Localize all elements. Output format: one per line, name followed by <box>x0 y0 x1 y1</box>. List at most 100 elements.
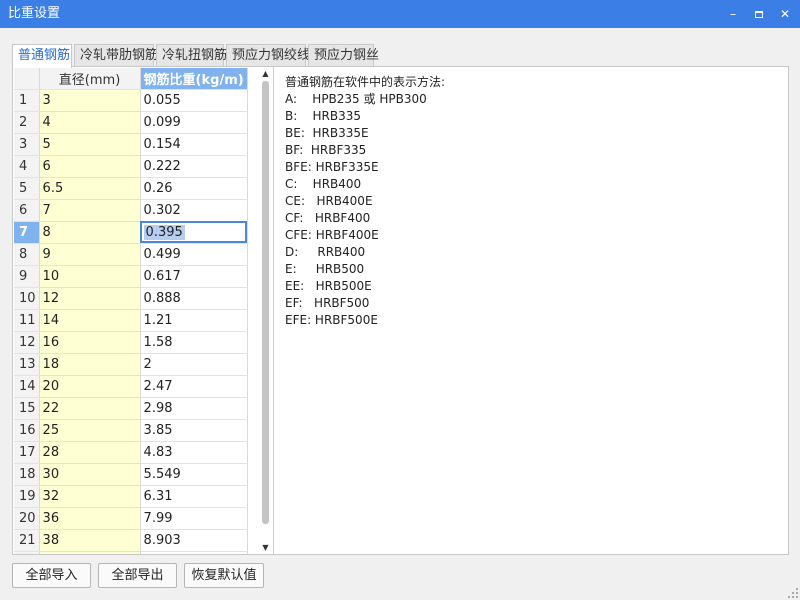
row-number-cell[interactable]: 7 <box>14 221 40 244</box>
row-number-cell[interactable]: 16 <box>14 419 40 442</box>
diameter-cell[interactable]: 9 <box>39 243 141 266</box>
weight-cell[interactable]: 1.58 <box>140 331 248 354</box>
weight-cell[interactable]: 9.87 <box>140 551 248 554</box>
table-row[interactable]: 1 3 0.055 <box>14 89 248 112</box>
scroll-down-arrow-icon[interactable]: ▼ <box>259 542 272 554</box>
table-row[interactable]: 19 32 6.31 <box>14 485 248 508</box>
table-row[interactable]: 3 5 0.154 <box>14 133 248 156</box>
weight-header[interactable]: 钢筋比重(kg/m) <box>140 68 248 90</box>
import-all-button[interactable]: 全部导入 <box>12 563 91 588</box>
weight-cell[interactable]: 0.222 <box>140 155 248 178</box>
row-number-cell[interactable]: 5 <box>14 177 40 200</box>
row-number-cell[interactable]: 18 <box>14 463 40 486</box>
diameter-cell[interactable]: 7 <box>39 199 141 222</box>
weight-cell[interactable]: 0.099 <box>140 111 248 134</box>
row-number-cell[interactable]: 15 <box>14 397 40 420</box>
diameter-cell[interactable]: 5 <box>39 133 141 156</box>
diameter-cell[interactable]: 4 <box>39 111 141 134</box>
weight-cell[interactable]: 0.617 <box>140 265 248 288</box>
diameter-cell[interactable]: 20 <box>39 375 141 398</box>
diameter-cell[interactable]: 30 <box>39 463 141 486</box>
table-row[interactable]: 15 22 2.98 <box>14 397 248 420</box>
row-number-cell[interactable]: 1 <box>14 89 40 112</box>
table-row[interactable]: 10 12 0.888 <box>14 287 248 310</box>
scroll-thumb[interactable] <box>262 81 269 524</box>
weight-cell[interactable]: 0.302 <box>140 199 248 222</box>
resize-grip-icon[interactable] <box>788 588 798 598</box>
table-row[interactable]: 18 30 5.549 <box>14 463 248 486</box>
diameter-cell[interactable]: 25 <box>39 419 141 442</box>
export-all-button[interactable]: 全部导出 <box>98 563 177 588</box>
weight-cell-editor[interactable]: 0.395 <box>143 224 185 240</box>
diameter-cell[interactable]: 12 <box>39 287 141 310</box>
row-number-cell[interactable]: 22 <box>14 551 40 554</box>
table-row[interactable]: 12 16 1.58 <box>14 331 248 354</box>
diameter-cell[interactable]: 28 <box>39 441 141 464</box>
row-number-cell[interactable]: 14 <box>14 375 40 398</box>
scroll-up-arrow-icon[interactable]: ▲ <box>259 68 272 80</box>
diameter-cell[interactable]: 18 <box>39 353 141 376</box>
weight-cell[interactable]: 2.47 <box>140 375 248 398</box>
weight-cell[interactable]: 5.549 <box>140 463 248 486</box>
table-row[interactable]: 5 6.5 0.26 <box>14 177 248 200</box>
diameter-cell[interactable]: 38 <box>39 529 141 552</box>
maximize-button[interactable] <box>746 2 772 26</box>
weight-cell[interactable]: 0.055 <box>140 89 248 112</box>
table-row[interactable]: 21 38 8.903 <box>14 529 248 552</box>
diameter-header[interactable]: 直径(mm) <box>39 68 141 90</box>
tab-cold-rolled-twisted-rebar[interactable]: 冷轧扭钢筋 <box>156 44 227 67</box>
row-number-cell[interactable]: 19 <box>14 485 40 508</box>
row-number-cell[interactable]: 12 <box>14 331 40 354</box>
weight-cell[interactable]: 0.888 <box>140 287 248 310</box>
table-row[interactable]: 17 28 4.83 <box>14 441 248 464</box>
diameter-cell[interactable]: 8 <box>39 221 141 244</box>
diameter-cell[interactable]: 3 <box>39 89 141 112</box>
tab-ordinary-rebar[interactable]: 普通钢筋 <box>12 44 72 68</box>
row-number-cell[interactable]: 3 <box>14 133 40 156</box>
weight-cell[interactable]: 0.154 <box>140 133 248 156</box>
row-number-cell[interactable]: 6 <box>14 199 40 222</box>
row-number-cell[interactable]: 20 <box>14 507 40 530</box>
diameter-cell[interactable]: 6 <box>39 155 141 178</box>
row-number-cell[interactable]: 17 <box>14 441 40 464</box>
table-row[interactable]: 2 4 0.099 <box>14 111 248 134</box>
table-row[interactable]: 16 25 3.85 <box>14 419 248 442</box>
row-number-cell[interactable]: 9 <box>14 265 40 288</box>
diameter-cell[interactable]: 10 <box>39 265 141 288</box>
minimize-button[interactable]: – <box>720 2 746 26</box>
row-number-cell[interactable]: 10 <box>14 287 40 310</box>
table-row[interactable]: 9 10 0.617 <box>14 265 248 288</box>
row-number-cell[interactable]: 11 <box>14 309 40 332</box>
diameter-cell[interactable]: 22 <box>39 397 141 420</box>
row-number-cell[interactable]: 21 <box>14 529 40 552</box>
table-row[interactable]: 7 8 0.395 <box>14 221 248 244</box>
tab-prestressed-strand[interactable]: 预应力钢绞线 <box>226 44 310 67</box>
tab-prestressed-wire[interactable]: 预应力钢丝 <box>308 44 379 67</box>
row-number-cell[interactable]: 13 <box>14 353 40 376</box>
diameter-cell[interactable]: 6.5 <box>39 177 141 200</box>
diameter-cell[interactable]: 40 <box>39 551 141 554</box>
weight-cell[interactable]: 7.99 <box>140 507 248 530</box>
table-row[interactable]: 22409.87 <box>14 551 248 554</box>
table-row[interactable]: 6 7 0.302 <box>14 199 248 222</box>
weight-cell[interactable]: 1.21 <box>140 309 248 332</box>
table-row[interactable]: 4 6 0.222 <box>14 155 248 178</box>
weight-cell[interactable]: 6.31 <box>140 485 248 508</box>
weight-cell[interactable]: 3.85 <box>140 419 248 442</box>
tab-cold-rolled-ribbed-rebar[interactable]: 冷轧带肋钢筋 <box>74 44 158 67</box>
table-row[interactable]: 20 36 7.99 <box>14 507 248 530</box>
row-number-cell[interactable]: 4 <box>14 155 40 178</box>
diameter-cell[interactable]: 32 <box>39 485 141 508</box>
table-row[interactable]: 14 20 2.47 <box>14 375 248 398</box>
table-row[interactable]: 11 14 1.21 <box>14 309 248 332</box>
table-row[interactable]: 13 18 2 <box>14 353 248 376</box>
diameter-cell[interactable]: 14 <box>39 309 141 332</box>
diameter-cell[interactable]: 16 <box>39 331 141 354</box>
restore-default-button[interactable]: 恢复默认值 <box>184 563 264 588</box>
close-button[interactable]: ✕ <box>772 2 798 26</box>
weight-cell[interactable]: 0.395 <box>140 221 248 244</box>
weight-cell[interactable]: 4.83 <box>140 441 248 464</box>
table-row[interactable]: 8 9 0.499 <box>14 243 248 266</box>
weight-cell[interactable]: 0.26 <box>140 177 248 200</box>
weight-cell[interactable]: 2.98 <box>140 397 248 420</box>
